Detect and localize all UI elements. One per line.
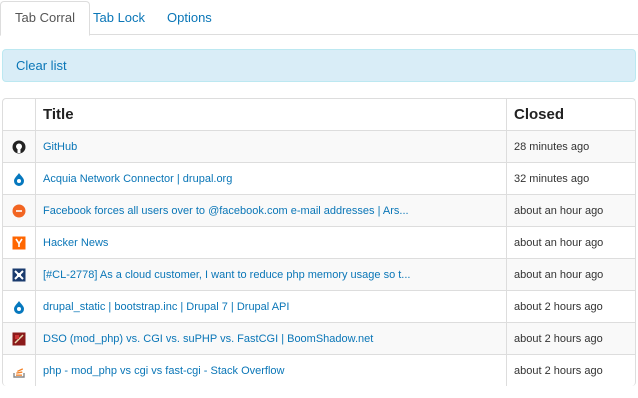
table-row[interactable]: Acquia Network Connector | drupal.org 32… bbox=[3, 162, 635, 195]
closed-time: about 2 hours ago bbox=[506, 354, 635, 386]
table-row[interactable]: [#CL-2778] As a cloud customer, I want t… bbox=[3, 258, 635, 291]
tab-title-link[interactable]: Hacker News bbox=[35, 226, 507, 259]
clear-list-bar: Clear list bbox=[2, 49, 636, 82]
tab-title-link[interactable]: [#CL-2778] As a cloud customer, I want t… bbox=[35, 258, 507, 291]
table-row[interactable]: drupal_static | bootstrap.inc | Drupal 7… bbox=[3, 290, 635, 323]
closed-time: 32 minutes ago bbox=[506, 162, 635, 195]
closed-time: about an hour ago bbox=[506, 226, 635, 259]
clear-list-link[interactable]: Clear list bbox=[16, 50, 67, 81]
tab-tab-corral[interactable]: Tab Corral bbox=[0, 1, 90, 36]
closed-time: about 2 hours ago bbox=[506, 322, 635, 355]
drupal-icon bbox=[14, 172, 24, 186]
title-column-header: Title bbox=[35, 99, 507, 131]
tab-options[interactable]: Options bbox=[153, 2, 226, 33]
tab-title-link[interactable]: GitHub bbox=[35, 130, 507, 163]
orange-circle-icon bbox=[12, 204, 26, 217]
closed-tabs-table: Title Closed GitHub 28 minutes ago Acqui… bbox=[2, 98, 636, 386]
table-row[interactable]: GitHub 28 minutes ago bbox=[3, 130, 635, 163]
github-icon bbox=[12, 140, 26, 153]
hackernews-icon bbox=[12, 236, 26, 249]
closed-time: about an hour ago bbox=[506, 194, 635, 227]
closed-column-header: Closed bbox=[506, 99, 635, 131]
tab-title-link[interactable]: DSO (mod_php) vs. CGI vs. suPHP vs. Fast… bbox=[35, 322, 507, 355]
icon-column-header bbox=[3, 99, 36, 131]
tab-title-link[interactable]: php - mod_php vs cgi vs fast-cgi - Stack… bbox=[35, 354, 507, 386]
tab-title-link[interactable]: Acquia Network Connector | drupal.org bbox=[35, 162, 507, 195]
closed-time: 28 minutes ago bbox=[506, 130, 635, 163]
tab-tab-lock[interactable]: Tab Lock bbox=[79, 2, 159, 33]
drupal-icon bbox=[14, 300, 24, 314]
table-row[interactable]: Hacker News about an hour ago bbox=[3, 226, 635, 259]
closed-time: about 2 hours ago bbox=[506, 290, 635, 323]
tab-title-link[interactable]: drupal_static | bootstrap.inc | Drupal 7… bbox=[35, 290, 507, 323]
tab-title-link[interactable]: Facebook forces all users over to @faceb… bbox=[35, 194, 507, 227]
table-row[interactable]: Facebook forces all users over to @faceb… bbox=[3, 194, 635, 227]
tab-bar: Tab Corral Tab Lock Options bbox=[0, 0, 638, 36]
table-row[interactable]: php - mod_php vs cgi vs fast-cgi - Stack… bbox=[3, 354, 635, 386]
table-header-row: Title Closed bbox=[3, 99, 635, 131]
closed-time: about an hour ago bbox=[506, 258, 635, 291]
mascot-icon bbox=[12, 268, 26, 281]
table-row[interactable]: DSO (mod_php) vs. CGI vs. suPHP vs. Fast… bbox=[3, 322, 635, 355]
stackoverflow-icon bbox=[13, 367, 25, 378]
red-square-icon bbox=[12, 332, 26, 345]
